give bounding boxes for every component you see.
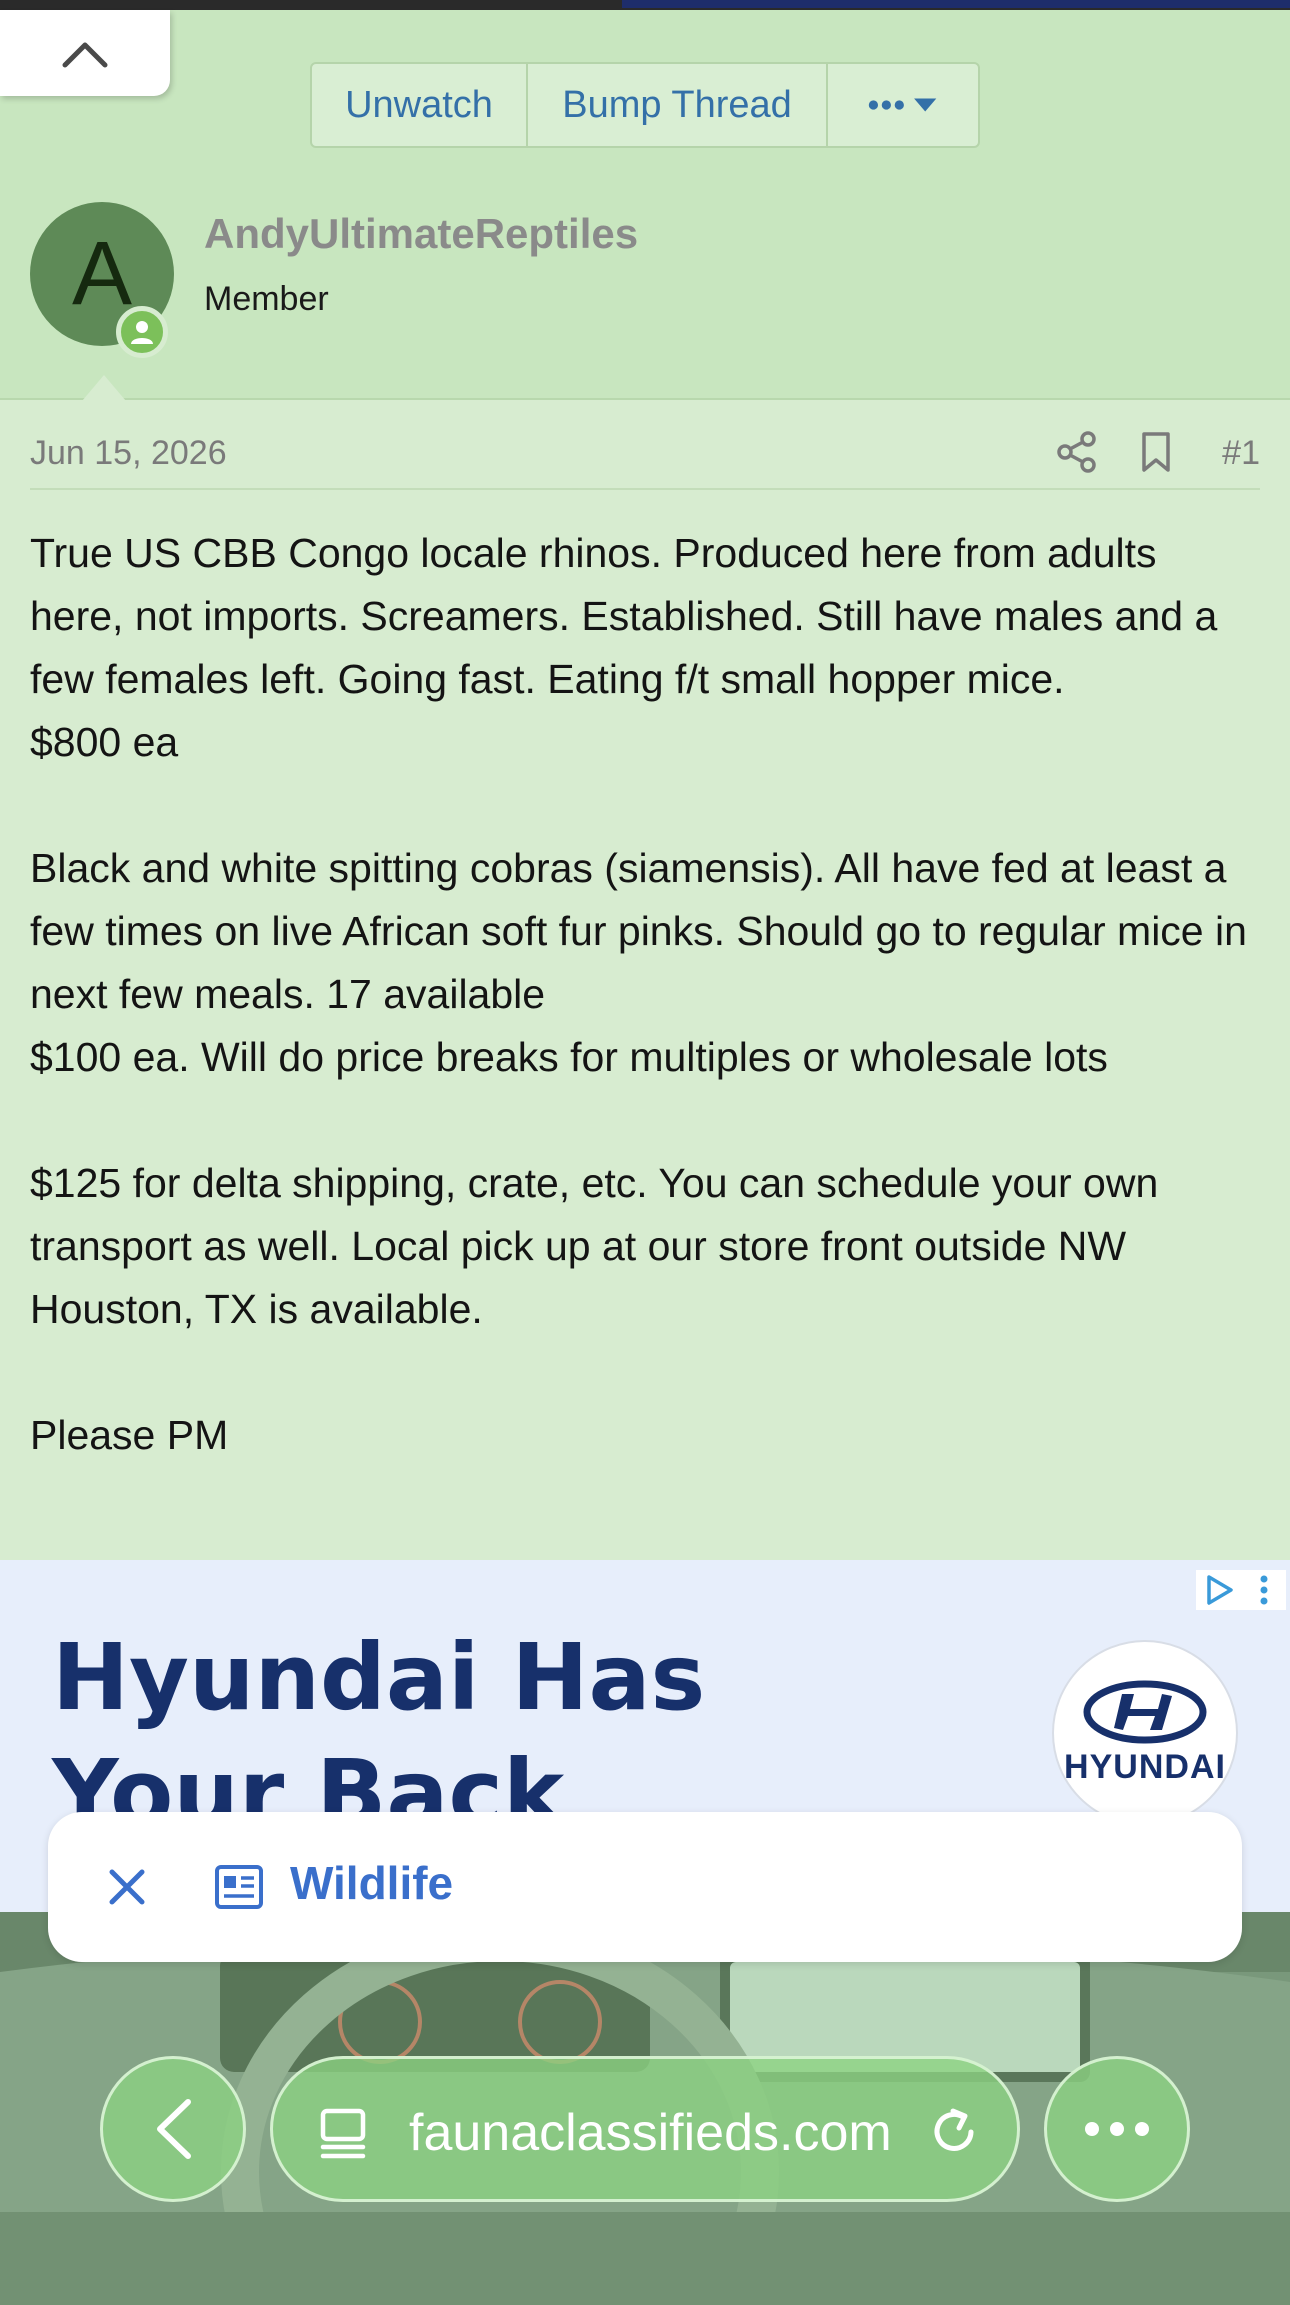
ad-menu-icon[interactable] xyxy=(1246,1572,1282,1608)
post-body: True US CBB Congo locale rhinos. Produce… xyxy=(30,522,1260,1467)
post-paragraph: $125 for delta shipping, crate, etc. You… xyxy=(30,1160,1159,1332)
top-banner-edge xyxy=(622,0,1290,8)
chevron-up-icon xyxy=(62,42,108,68)
post-paragraph: $100 ea. Will do price breaks for multip… xyxy=(30,1034,1108,1080)
post-paragraph: True US CBB Congo locale rhinos. Produce… xyxy=(30,530,1218,702)
post-number[interactable]: #1 xyxy=(1222,434,1260,473)
newspaper-icon xyxy=(215,1865,263,1909)
ellipsis-icon xyxy=(1085,2122,1149,2136)
hyundai-logo-text: HYUNDAI xyxy=(1064,1747,1226,1786)
user-icon xyxy=(131,321,153,344)
avatar-letter: A xyxy=(71,223,133,324)
browser-more-button[interactable] xyxy=(1044,2056,1190,2202)
unwatch-button[interactable]: Unwatch xyxy=(312,64,528,146)
browser-back-button[interactable] xyxy=(100,2056,246,2202)
thread-action-buttons: Unwatch Bump Thread xyxy=(310,62,980,148)
post-author-block: A AndyUltimateReptiles Member xyxy=(0,170,1290,400)
ad-choices[interactable] xyxy=(1196,1570,1286,1610)
hyundai-emblem-icon xyxy=(1083,1680,1207,1743)
chevron-left-icon xyxy=(157,2099,191,2159)
post-paragraph xyxy=(30,774,1260,837)
context-bar[interactable]: Wildlife xyxy=(48,1812,1242,1962)
url-text[interactable]: faunaclassifieds.com xyxy=(409,2103,892,2163)
bookmark-icon[interactable] xyxy=(1136,430,1176,474)
hyundai-logo[interactable]: HYUNDAI xyxy=(1052,1640,1238,1826)
ellipsis-dropdown-icon xyxy=(868,98,937,112)
more-options-button[interactable] xyxy=(828,64,978,146)
post-meta: Jun 15, 2026 #1 xyxy=(30,420,1260,490)
share-icon[interactable] xyxy=(1055,430,1099,474)
post-paragraph: Please PM xyxy=(30,1412,229,1458)
post-date[interactable]: Jun 15, 2026 xyxy=(30,434,227,473)
scroll-to-top-button[interactable] xyxy=(0,10,170,96)
post-paragraph: $800 ea xyxy=(30,719,179,765)
tabs-icon[interactable] xyxy=(317,2105,369,2161)
context-label[interactable]: Wildlife xyxy=(290,1856,453,1910)
adchoices-icon[interactable] xyxy=(1201,1572,1237,1608)
reload-icon[interactable] xyxy=(927,2105,981,2159)
top-strip xyxy=(0,0,1290,10)
post-paragraph: Black and white spitting cobras (siamens… xyxy=(30,845,1247,1017)
post-paragraph xyxy=(30,1341,1260,1404)
post-paragraph xyxy=(30,1089,1260,1152)
online-status-icon xyxy=(116,306,168,358)
close-icon[interactable] xyxy=(98,1858,156,1916)
author-username[interactable]: AndyUltimateReptiles xyxy=(204,210,638,258)
author-user-title: Member xyxy=(204,280,329,318)
post-pointer xyxy=(82,375,126,401)
bump-thread-button[interactable]: Bump Thread xyxy=(528,64,828,146)
address-bar[interactable]: faunaclassifieds.com xyxy=(270,2056,1020,2202)
